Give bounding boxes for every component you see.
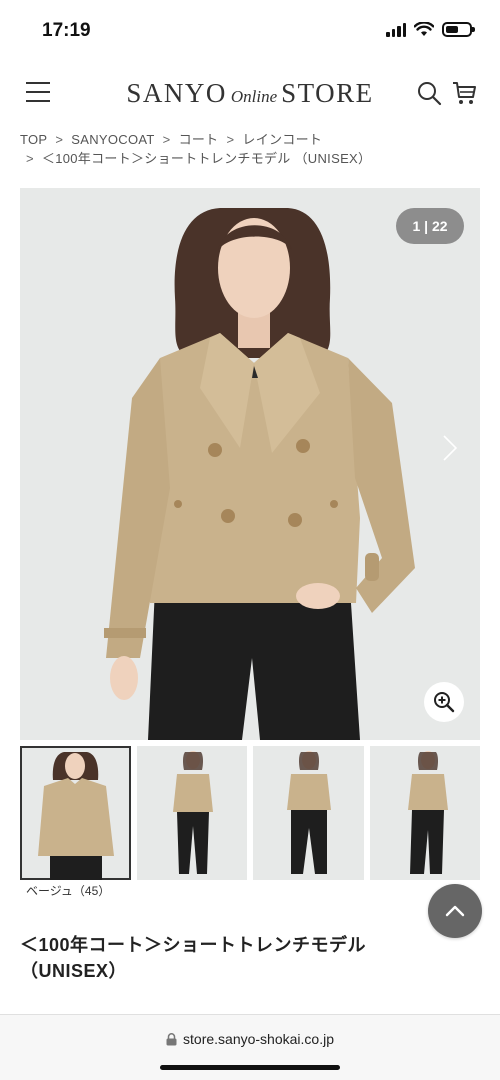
chevron-right-icon[interactable] (440, 433, 460, 463)
scroll-to-top-button[interactable] (428, 884, 482, 938)
wifi-icon (414, 22, 434, 36)
signal-icon (386, 22, 406, 37)
chevron-up-icon (445, 905, 465, 917)
breadcrumb-item-coat[interactable]: コート (179, 132, 219, 147)
product-main-image[interactable]: 1 | 22 (20, 188, 480, 740)
breadcrumb-separator: > (26, 151, 34, 166)
breadcrumb-item-current: ＜100年コート＞ショートトレンチモデル （UNISEX） (41, 151, 372, 166)
model-photo (20, 188, 480, 740)
site-header: SANYO Online STORE (0, 64, 500, 126)
breadcrumb-separator: > (55, 132, 64, 147)
zoom-button[interactable] (424, 682, 464, 722)
browser-url-bar[interactable]: store.sanyo-shokai.co.jp (0, 1014, 500, 1080)
thumbnail-2[interactable] (136, 746, 247, 880)
breadcrumb-item-sanyocoat[interactable]: SANYOCOAT (71, 132, 154, 147)
thumbnail-strip (20, 746, 480, 880)
breadcrumb-item-top[interactable]: TOP (20, 132, 47, 147)
breadcrumb: TOP > SANYOCOAT > コート > レインコート > ＜100年コート＞ショートト… (20, 130, 480, 168)
color-label: ベージュ（45） (26, 884, 111, 898)
breadcrumb-separator: > (226, 132, 235, 147)
cart-icon[interactable] (452, 80, 478, 106)
zoom-in-icon (434, 692, 455, 713)
logo-text-right: STORE (281, 78, 374, 108)
product-title: ＜100年コート＞ショートトレンチモデル（UNISEX） (20, 935, 367, 981)
status-bar: 17:19 (0, 0, 500, 64)
logo-text-mid: Online (230, 87, 278, 106)
lock-icon (166, 1032, 177, 1045)
logo-text-left: SANYO (126, 78, 227, 108)
thumbnail-1[interactable] (20, 746, 131, 880)
thumbnail-4[interactable] (369, 746, 480, 880)
search-icon[interactable] (416, 80, 442, 106)
status-time: 17:19 (42, 20, 91, 41)
status-icons (386, 22, 475, 37)
home-indicator (160, 1065, 340, 1070)
breadcrumb-item-raincoat[interactable]: レインコート (242, 132, 322, 147)
breadcrumb-separator: > (162, 132, 171, 147)
browser-url[interactable]: store.sanyo-shokai.co.jp (183, 1031, 334, 1047)
thumbnail-3[interactable] (253, 746, 364, 880)
image-counter: 1 | 22 (396, 208, 464, 244)
battery-icon (442, 22, 475, 37)
